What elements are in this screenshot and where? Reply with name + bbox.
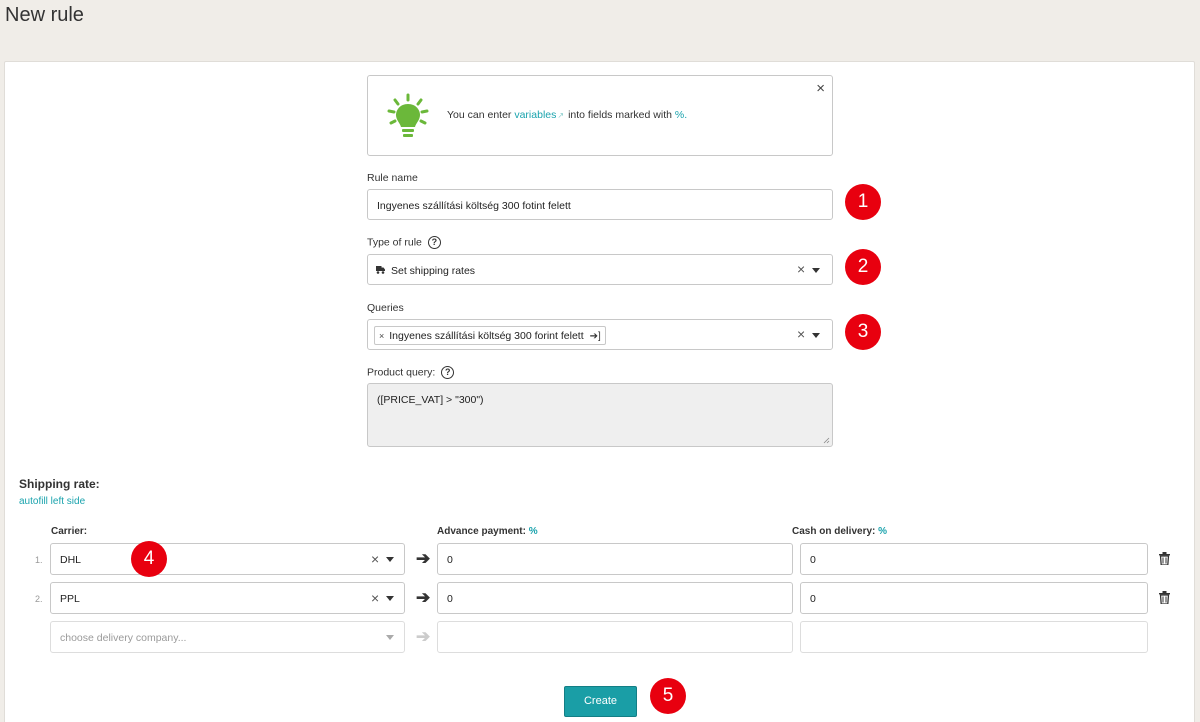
resize-handle-icon[interactable]	[823, 437, 830, 444]
advance-payment-header: Advance payment: %	[437, 526, 538, 537]
carrier-value: PPL	[60, 593, 80, 605]
info-text-after: into fields marked with	[568, 109, 672, 121]
row-number: 2.	[35, 594, 43, 604]
arrow-right-icon: ➔	[416, 627, 431, 646]
clear-icon[interactable]: ×	[797, 261, 805, 277]
percent-symbol: %	[878, 526, 888, 537]
type-of-rule-label-text: Type of rule	[367, 236, 422, 249]
create-button[interactable]: Create	[564, 686, 637, 717]
advance-payment-value: 0	[447, 554, 453, 566]
cash-on-delivery-header-text: Cash on delivery:	[792, 526, 876, 537]
cash-on-delivery-header: Cash on delivery: %	[792, 526, 887, 537]
step-badge-4: 4	[131, 541, 167, 577]
clear-icon[interactable]: ×	[797, 326, 805, 342]
cash-on-delivery-input[interactable]: 0	[800, 543, 1148, 575]
new-cash-on-delivery-input[interactable]	[800, 621, 1148, 653]
carrier-header: Carrier:	[51, 526, 88, 537]
chevron-down-icon[interactable]	[386, 635, 394, 640]
help-icon[interactable]: ?	[427, 236, 441, 249]
step-badge-3: 3	[845, 314, 881, 350]
chevron-down-icon[interactable]	[812, 333, 820, 338]
rule-name-label: Rule name	[367, 172, 418, 184]
arrow-right-icon: ➔	[416, 588, 431, 607]
chevron-down-icon[interactable]	[386, 557, 394, 562]
arrow-right-icon: ➔	[416, 549, 431, 568]
autofill-link[interactable]: autofill left side	[19, 496, 85, 507]
rule-form-card: You can enter variables↗ into fields mark…	[4, 61, 1195, 722]
type-of-rule-label: Type of rule?	[367, 236, 441, 249]
advance-payment-input[interactable]: 0	[437, 543, 793, 575]
carrier-select[interactable]: DHL ×	[50, 543, 405, 575]
open-query-icon[interactable]: ➔]	[590, 331, 601, 342]
rule-name-value: Ingyenes szállítási költség 300 fotint f…	[377, 200, 571, 212]
step-badge-1: 1	[845, 184, 881, 220]
queries-label: Queries	[367, 302, 404, 314]
row-number: 1.	[35, 555, 43, 565]
cash-on-delivery-value: 0	[810, 554, 816, 566]
cash-on-delivery-input[interactable]: 0	[800, 582, 1148, 614]
lightbulb-icon	[387, 93, 429, 137]
product-query-label: Product query:?	[367, 366, 455, 379]
query-tag-label: Ingyenes szállítási költség 300 forint f…	[389, 330, 584, 342]
new-carrier-select[interactable]: choose delivery company...	[50, 621, 405, 653]
page-title: New rule	[5, 4, 84, 26]
chevron-down-icon[interactable]	[812, 268, 820, 273]
new-carrier-placeholder: choose delivery company...	[60, 632, 187, 644]
shipping-rate-title: Shipping rate:	[19, 477, 100, 491]
rule-name-input[interactable]: Ingyenes szállítási költség 300 fotint f…	[367, 189, 833, 220]
product-query-value: ([PRICE_VAT] > "300")	[377, 394, 484, 406]
tag-remove-icon[interactable]: ×	[379, 331, 384, 341]
percent-symbol: %	[528, 526, 538, 537]
step-badge-2: 2	[845, 249, 881, 285]
cash-on-delivery-value: 0	[810, 593, 816, 605]
carrier-select[interactable]: PPL ×	[50, 582, 405, 614]
trash-icon[interactable]	[1159, 591, 1170, 604]
clear-icon[interactable]: ×	[371, 551, 379, 567]
info-text: You can enter variables↗ into fields mark…	[447, 109, 687, 121]
trash-icon[interactable]	[1159, 552, 1170, 565]
info-text-before: You can enter	[447, 109, 512, 121]
variables-info-box: You can enter variables↗ into fields mark…	[367, 75, 833, 156]
query-tag: × Ingyenes szállítási költség 300 forint …	[374, 326, 606, 345]
external-link-icon: ↗	[557, 111, 565, 120]
variables-link[interactable]: variables	[514, 109, 556, 121]
percent-symbol: %.	[674, 109, 688, 121]
close-icon[interactable]: ×	[816, 80, 825, 97]
queries-select[interactable]: × Ingyenes szállítási költség 300 forint …	[367, 319, 833, 350]
help-icon[interactable]: ?	[441, 366, 455, 379]
carrier-value: DHL	[60, 554, 82, 566]
chevron-down-icon[interactable]	[386, 596, 394, 601]
product-query-textarea[interactable]: ([PRICE_VAT] > "300")	[367, 383, 833, 447]
clear-icon[interactable]: ×	[371, 590, 379, 606]
truck-icon	[376, 266, 385, 274]
new-advance-payment-input[interactable]	[437, 621, 793, 653]
advance-payment-value: 0	[447, 593, 453, 605]
product-query-label-text: Product query:	[367, 366, 436, 379]
type-of-rule-value: Set shipping rates	[391, 265, 476, 277]
advance-payment-header-text: Advance payment:	[437, 526, 526, 537]
type-of-rule-select[interactable]: Set shipping rates ×	[367, 254, 833, 285]
advance-payment-input[interactable]: 0	[437, 582, 793, 614]
step-badge-5: 5	[650, 678, 686, 714]
